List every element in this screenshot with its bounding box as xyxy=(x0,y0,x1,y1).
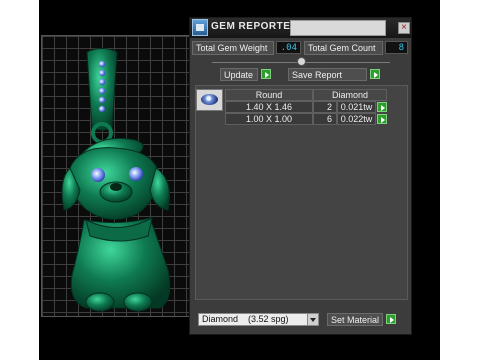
total-gem-weight-value: .04 xyxy=(276,41,301,54)
row-2-size: 1.00 X 1.00 xyxy=(225,113,313,125)
row-1-weight: 0.021tw xyxy=(337,101,376,113)
round-gem-icon[interactable] xyxy=(196,89,223,111)
gem-stone-graphic xyxy=(201,94,218,105)
total-gem-count-value: 8 xyxy=(385,41,408,54)
dialog-titlebar[interactable]: GEM REPORTER × xyxy=(190,18,411,38)
update-button[interactable]: Update xyxy=(220,68,258,81)
total-gem-count-label: Total Gem Count xyxy=(304,41,383,55)
row-2-count: 6 xyxy=(313,113,337,125)
row-1-count: 2 xyxy=(313,101,337,113)
close-icon[interactable]: × xyxy=(398,22,410,34)
set-material-button[interactable]: Set Material xyxy=(327,313,383,326)
set-material-green-arrow-icon[interactable] xyxy=(386,314,396,324)
save-report-button[interactable]: Save Report xyxy=(288,68,367,81)
row-1-size: 1.40 X 1.46 xyxy=(225,101,313,113)
total-gem-weight-label: Total Gem Weight xyxy=(192,41,274,55)
material-header: Diamond xyxy=(313,89,387,101)
title-divider xyxy=(290,20,386,36)
shape-header: Round xyxy=(225,89,313,101)
dialog-title: GEM REPORTER xyxy=(211,21,299,32)
chevron-down-icon[interactable] xyxy=(307,314,318,325)
jewelry-model xyxy=(61,48,171,312)
row-2-weight: 0.022tw xyxy=(337,113,376,125)
app-logo-icon xyxy=(192,19,208,36)
update-green-arrow-icon[interactable] xyxy=(261,69,271,79)
material-dropdown[interactable]: Diamond (3.52 spg) xyxy=(198,313,319,326)
slider-handle[interactable] xyxy=(297,57,306,66)
row-2-green-arrow-icon[interactable] xyxy=(377,114,387,124)
material-selected-value: Diamond (3.52 spg) xyxy=(202,314,289,324)
save-report-green-arrow-icon[interactable] xyxy=(370,69,380,79)
row-1-green-arrow-icon[interactable] xyxy=(377,102,387,112)
